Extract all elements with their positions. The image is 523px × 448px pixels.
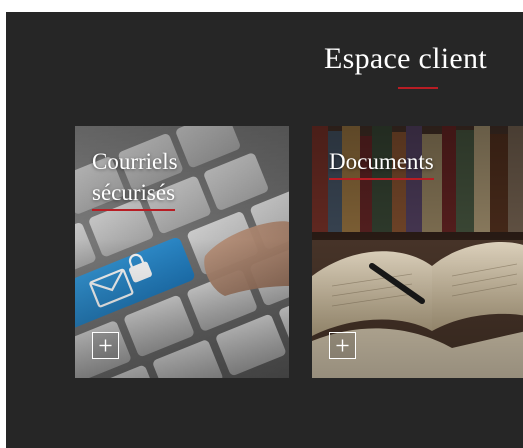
plus-icon [336,339,349,352]
expand-button[interactable] [92,332,119,359]
card-secure-emails[interactable]: Courriels sécurisés [75,126,289,378]
card-documents[interactable]: Documents [312,126,523,378]
card-title: Documents [329,146,434,180]
title-underline [398,87,438,89]
card-title-line: Courriels [92,149,178,174]
expand-button[interactable] [329,332,356,359]
card-title-line: Documents [329,146,434,180]
card-title: Courriels sécurisés [92,146,178,211]
section-title: Espace client [324,42,487,75]
client-area-section: Espace client Courriels sécurisés Docume… [6,12,523,448]
plus-icon [99,339,112,352]
card-title-line: sécurisés [92,177,176,211]
